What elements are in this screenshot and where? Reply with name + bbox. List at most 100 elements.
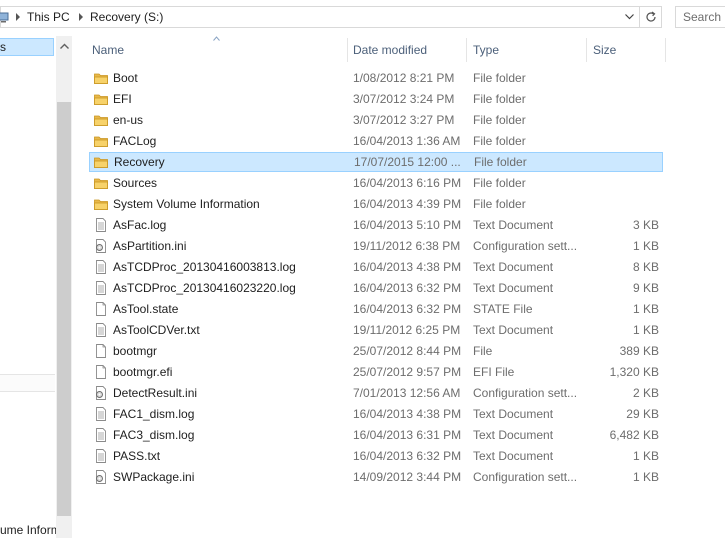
- breadcrumb-separator-icon[interactable]: [79, 13, 83, 21]
- file-row[interactable]: AsToolCDVer.txt 19/11/2012 6:25 PM Text Do…: [89, 320, 663, 340]
- column-divider[interactable]: [466, 38, 467, 62]
- column-divider[interactable]: [665, 38, 666, 62]
- file-type: Text Document: [473, 218, 554, 232]
- nav-item-volume-information[interactable]: ume Inform: [0, 523, 61, 537]
- file-row[interactable]: Boot 1/08/2012 8:21 PM File folder: [89, 68, 663, 88]
- config-file-icon: [94, 386, 108, 400]
- file-row[interactable]: DetectResult.ini 7/01/2013 12:56 AM Config…: [89, 383, 663, 403]
- file-name: AsTCDProc_20130416003813.log: [113, 260, 296, 274]
- blank-file-icon: [94, 365, 108, 379]
- scroll-thumb[interactable]: [57, 102, 71, 516]
- file-date-modified: 25/07/2012 8:44 PM: [353, 344, 462, 358]
- file-type: File folder: [473, 71, 526, 85]
- file-row[interactable]: AsTool.state 16/04/2013 6:32 PM STATE File…: [89, 299, 663, 319]
- file-row[interactable]: System Volume Information 16/04/2013 4:39…: [89, 194, 663, 214]
- file-type: Text Document: [473, 323, 554, 337]
- nav-item-selected[interactable]: s: [0, 38, 54, 56]
- file-size: 6,482 KB: [609, 428, 659, 442]
- file-row[interactable]: EFI 3/07/2012 3:24 PM File folder: [89, 89, 663, 109]
- file-size: 1 KB: [632, 323, 659, 337]
- breadcrumb-recovery-drive[interactable]: Recovery (S:): [90, 10, 163, 24]
- file-type: File folder: [473, 113, 526, 127]
- text-file-icon: [94, 323, 108, 337]
- refresh-button[interactable]: [639, 7, 662, 27]
- folder-icon: [94, 71, 108, 85]
- breadcrumb-this-pc[interactable]: This PC: [27, 10, 70, 24]
- file-row[interactable]: PASS.txt 16/04/2013 6:32 PM Text Document 1…: [89, 446, 663, 466]
- address-bar[interactable]: This PC Recovery (S:): [0, 6, 662, 28]
- file-row[interactable]: SWPackage.ini 14/09/2012 3:44 PM Configura…: [89, 467, 663, 487]
- text-file-icon: [94, 428, 108, 442]
- file-type: EFI File: [473, 365, 515, 379]
- address-history-dropdown[interactable]: [621, 7, 637, 27]
- config-file-icon: [94, 470, 108, 484]
- file-row[interactable]: AsTCDProc_20130416023220.log 16/04/2013 6…: [89, 278, 663, 298]
- text-file-icon: [94, 281, 108, 295]
- column-header-type[interactable]: Type: [473, 40, 583, 60]
- chevron-down-icon: [624, 14, 634, 20]
- file-name: FAC3_dism.log: [113, 428, 195, 442]
- file-date-modified: 3/07/2012 3:24 PM: [353, 92, 455, 106]
- file-date-modified: 16/04/2013 5:10 PM: [353, 218, 462, 232]
- column-divider[interactable]: [586, 38, 587, 62]
- file-type: File folder: [473, 197, 526, 211]
- file-row[interactable]: AsFac.log 16/04/2013 5:10 PM Text Document…: [89, 215, 663, 235]
- folder-icon: [94, 155, 108, 169]
- file-type: File folder: [473, 176, 526, 190]
- file-date-modified: 16/04/2013 6:16 PM: [353, 176, 462, 190]
- text-file-icon: [94, 260, 108, 274]
- file-size: 389 KB: [619, 344, 659, 358]
- column-header-name[interactable]: Name: [92, 40, 347, 60]
- file-name: FACLog: [113, 134, 157, 148]
- file-row[interactable]: AsPartition.ini 19/11/2012 6:38 PM Configu…: [89, 236, 663, 256]
- file-row[interactable]: bootmgr 25/07/2012 8:44 PM File 389 KB: [89, 341, 663, 361]
- file-row[interactable]: Sources 16/04/2013 6:16 PM File folder: [89, 173, 663, 193]
- file-size: 1 KB: [632, 470, 659, 484]
- file-name: Sources: [113, 176, 158, 190]
- file-size: 9 KB: [632, 281, 659, 295]
- file-size: 1 KB: [632, 302, 659, 316]
- file-name: AsPartition.ini: [113, 239, 187, 253]
- file-date-modified: 25/07/2012 9:57 PM: [353, 365, 462, 379]
- file-date-modified: 19/11/2012 6:38 PM: [353, 239, 461, 253]
- file-date-modified: 14/09/2012 3:44 PM: [353, 470, 462, 484]
- file-size: 29 KB: [626, 407, 659, 421]
- file-date-modified: 16/04/2013 1:36 AM: [353, 134, 461, 148]
- file-row[interactable]: FAC1_dism.log 16/04/2013 4:38 PM Text Docu…: [89, 404, 663, 424]
- text-file-icon: [94, 449, 108, 463]
- file-row[interactable]: FAC3_dism.log 16/04/2013 6:31 PM Text Docu…: [89, 425, 663, 445]
- file-type: File folder: [473, 134, 526, 148]
- file-type: Text Document: [473, 281, 554, 295]
- column-header-size[interactable]: Size: [593, 40, 663, 60]
- file-row[interactable]: AsTCDProc_20130416003813.log 16/04/2013 4…: [89, 257, 663, 277]
- folder-icon: [94, 113, 108, 127]
- file-name: AsTCDProc_20130416023220.log: [113, 281, 296, 295]
- file-name: AsTool.state: [113, 302, 179, 316]
- file-name: bootmgr.efi: [113, 365, 173, 379]
- file-name: FAC1_dism.log: [113, 407, 195, 421]
- file-date-modified: 16/04/2013 4:38 PM: [353, 260, 462, 274]
- file-date-modified: 7/01/2013 12:56 AM: [353, 386, 461, 400]
- file-row[interactable]: bootmgr.efi 25/07/2012 9:57 PM EFI File 1,3…: [89, 362, 663, 382]
- file-row[interactable]: en-us 3/07/2012 3:27 PM File folder: [89, 110, 663, 130]
- file-row[interactable]: Recovery 17/07/2015 12:00 ... File folder: [89, 152, 663, 172]
- file-row[interactable]: FACLog 16/04/2013 1:36 AM File folder: [89, 131, 663, 151]
- file-name: DetectResult.ini: [113, 386, 198, 400]
- file-type: File folder: [473, 92, 526, 106]
- blank-file-icon: [94, 302, 108, 316]
- search-input[interactable]: Search R: [675, 6, 725, 28]
- nav-item-highlight[interactable]: [0, 374, 55, 392]
- file-size: 8 KB: [632, 260, 659, 274]
- file-name: bootmgr: [113, 344, 158, 358]
- file-date-modified: 1/08/2012 8:21 PM: [353, 71, 455, 85]
- scroll-up-button[interactable]: [56, 36, 72, 56]
- column-header-date-modified[interactable]: Date modified: [353, 40, 463, 60]
- nav-scrollbar[interactable]: [56, 36, 72, 538]
- file-size: 2 KB: [632, 386, 659, 400]
- file-date-modified: 3/07/2012 3:27 PM: [353, 113, 455, 127]
- folder-icon: [94, 134, 108, 148]
- config-file-icon: [94, 239, 108, 253]
- file-size: 1,320 KB: [609, 365, 659, 379]
- file-name: SWPackage.ini: [113, 470, 195, 484]
- column-divider[interactable]: [347, 38, 348, 62]
